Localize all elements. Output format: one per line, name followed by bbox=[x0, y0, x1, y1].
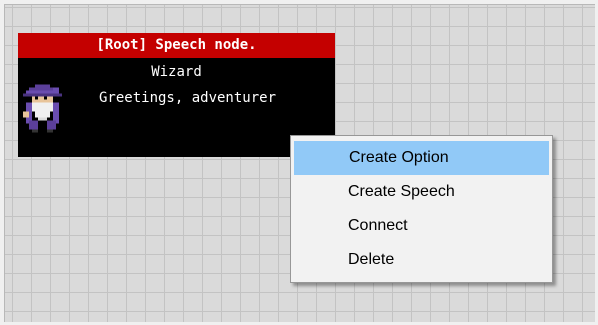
menu-item-create-option[interactable]: Create Option bbox=[294, 141, 549, 175]
menu-item-create-speech[interactable]: Create Speech bbox=[294, 175, 549, 209]
speech-node[interactable]: [Root] Speech node. Wizard Greetings, ad… bbox=[18, 33, 335, 157]
node-speaker-name: Wizard bbox=[151, 64, 202, 80]
menu-item-connect[interactable]: Connect bbox=[294, 209, 549, 243]
node-title: [Root] Speech node. bbox=[18, 33, 335, 58]
menu-item-delete[interactable]: Delete bbox=[294, 243, 549, 277]
wizard-portrait-icon bbox=[23, 84, 62, 133]
node-speech-text: Greetings, adventurer bbox=[99, 90, 277, 106]
context-menu: Create Option Create Speech Connect Dele… bbox=[290, 135, 553, 283]
